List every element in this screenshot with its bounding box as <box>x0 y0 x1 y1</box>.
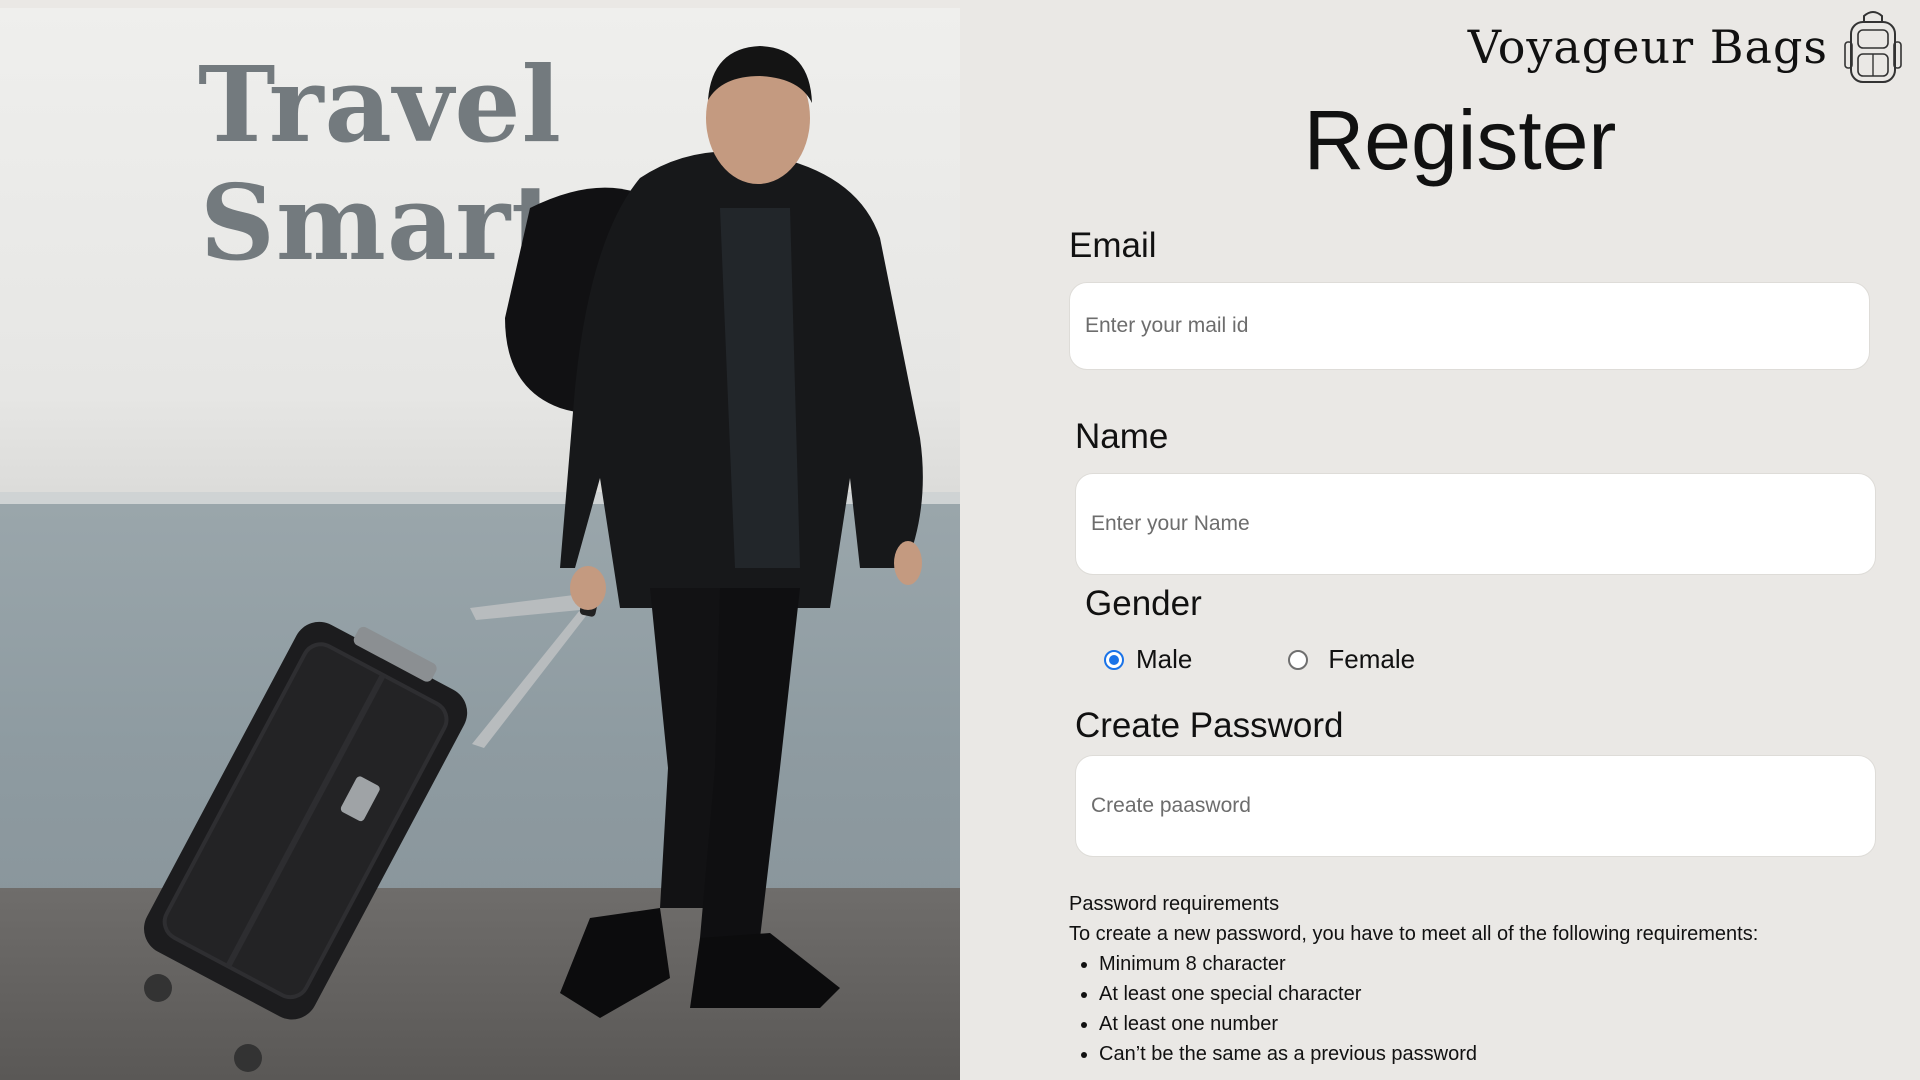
requirements-heading: Password requirements <box>1069 893 1280 915</box>
email-input[interactable] <box>1069 282 1870 370</box>
password-input[interactable] <box>1075 755 1876 857</box>
male-radio-button[interactable] <box>1104 649 1124 670</box>
password-label: Create Password <box>1075 706 1344 745</box>
requirements-intro: To create a new password, you have to me… <box>1069 923 1759 945</box>
hero-image: Travel Smart <box>0 8 960 1080</box>
name-input[interactable] <box>1075 473 1876 575</box>
suitcase <box>144 621 468 1020</box>
requirements-list: Minimum 8 character At least one special… <box>1069 949 1869 1069</box>
name-label: Name <box>1075 417 1169 456</box>
gender-radio-group: Male Female <box>1104 644 1415 675</box>
left-shoe <box>560 908 670 1018</box>
backpack-icon <box>1844 11 1902 83</box>
female-radio-button[interactable] <box>1288 649 1309 670</box>
gender-option-female[interactable]: Female <box>1288 644 1415 675</box>
gender-option-male[interactable]: Male <box>1104 644 1192 675</box>
female-radio-label[interactable]: Female <box>1328 644 1415 675</box>
list-item: Minimum 8 character <box>1099 949 1869 979</box>
password-requirements: Password requirements To create a new pa… <box>1069 889 1869 1069</box>
male-radio-label[interactable]: Male <box>1136 644 1192 675</box>
suitcase-handle <box>470 593 596 748</box>
brand-name: Voyageur Bags <box>1467 20 1828 74</box>
brand-header: Voyageur Bags <box>1468 8 1904 86</box>
list-item: At least one special character <box>1099 979 1869 1009</box>
gender-label: Gender <box>1085 584 1202 623</box>
list-item: Can’t be the same as a previous password <box>1099 1039 1869 1069</box>
email-label: Email <box>1069 226 1157 265</box>
traveler-with-suitcase-illustration <box>144 46 923 1072</box>
page-title: Register <box>1303 93 1617 187</box>
list-item: At least one number <box>1099 1009 1869 1039</box>
right-shoe <box>690 933 840 1008</box>
